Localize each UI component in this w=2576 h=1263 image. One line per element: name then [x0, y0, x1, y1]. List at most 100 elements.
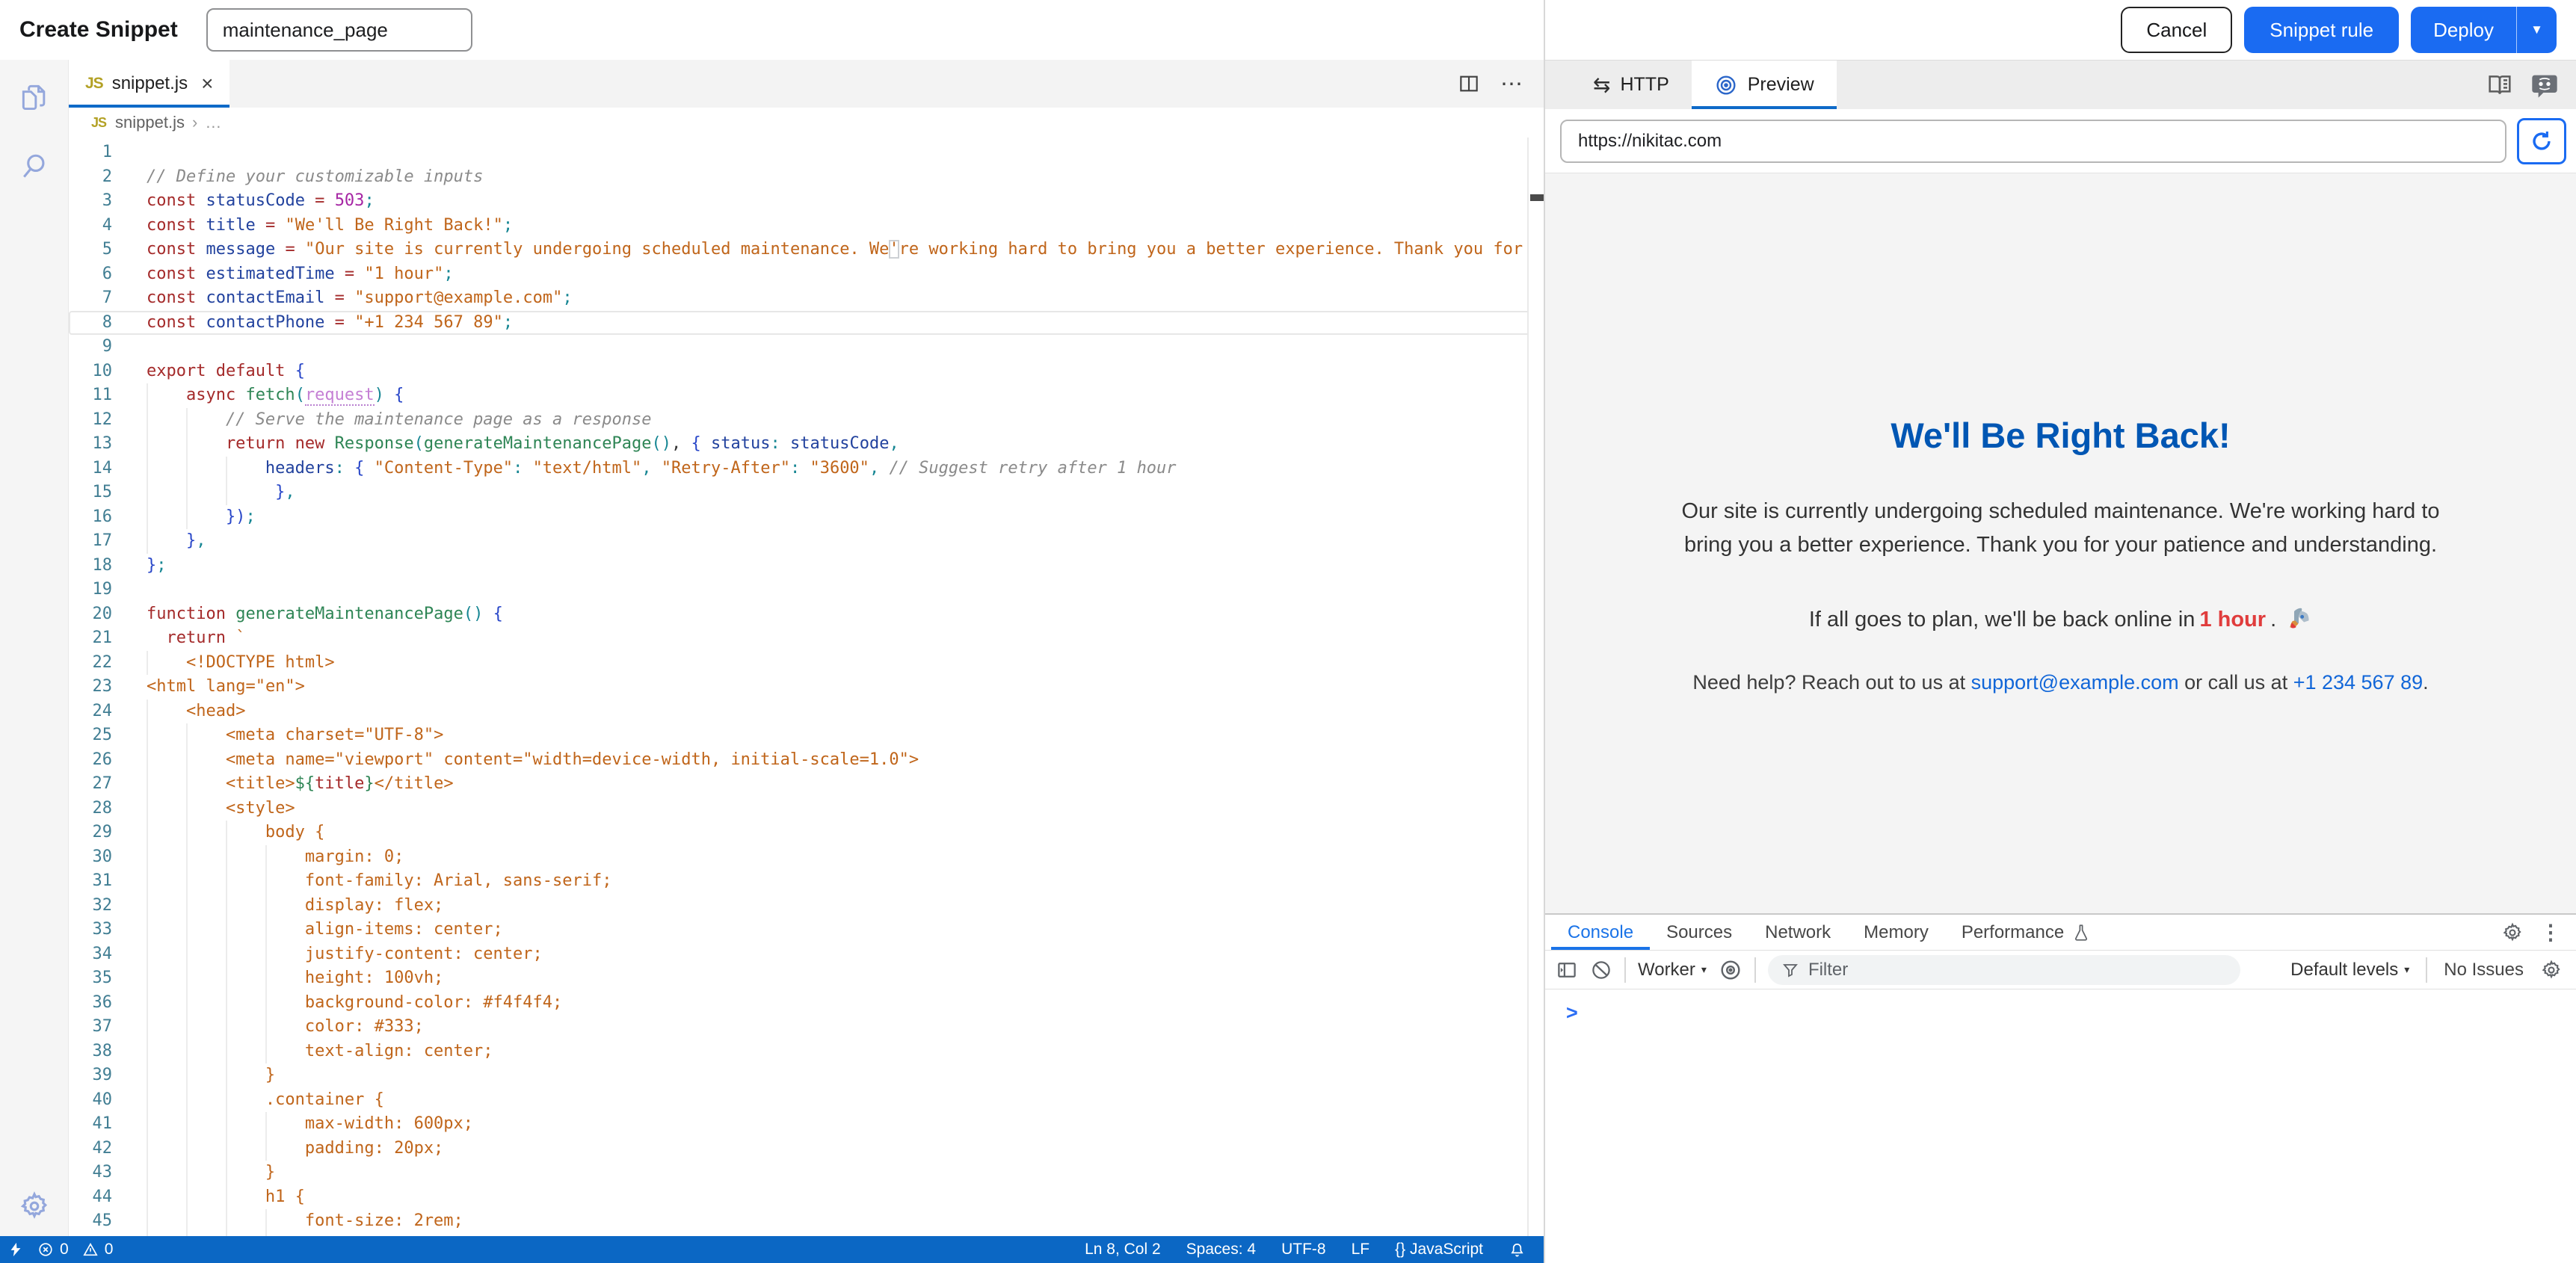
support-email-link[interactable]: support@example.com — [1971, 671, 2179, 694]
code-line[interactable]: 46color: #0056b3 — [69, 1234, 1544, 1237]
status-bar-item[interactable]: UTF-8 — [1281, 1241, 1326, 1259]
code-line[interactable]: 20function generateMaintenancePage() { — [69, 602, 1544, 627]
tab-snippet-js[interactable]: JS snippet.js × — [69, 60, 229, 108]
split-editor-icon[interactable] — [1457, 72, 1481, 96]
code-line[interactable]: 33align-items: center; — [69, 918, 1544, 942]
code-line[interactable]: 41max-width: 600px; — [69, 1112, 1544, 1137]
console-filter-input[interactable]: Filter — [1768, 955, 2240, 985]
code-line[interactable]: 35height: 100vh; — [69, 966, 1544, 991]
breadcrumb-file[interactable]: snippet.js — [115, 113, 185, 132]
code-line[interactable]: 6const estimatedTime = "1 hour"; — [69, 262, 1544, 287]
scrollbar-thumb[interactable] — [1530, 194, 1544, 201]
status-bar-item[interactable]: Ln 8, Col 2 — [1085, 1241, 1161, 1259]
code-line[interactable]: 7const contactEmail = "support@example.c… — [69, 286, 1544, 311]
deploy-button[interactable]: Deploy ▼ — [2411, 7, 2557, 53]
code-line[interactable]: 12// Serve the maintenance page as a res… — [69, 408, 1544, 433]
console-prompt-chevron: > — [1566, 1001, 1578, 1024]
discord-chat-icon[interactable] — [2530, 70, 2560, 100]
code-line[interactable]: 40.container { — [69, 1088, 1544, 1113]
refresh-button[interactable] — [2517, 118, 2566, 164]
devtools-tab-memory[interactable]: Memory — [1847, 915, 1945, 950]
log-levels-selector[interactable]: Default levels ▾ — [2290, 960, 2409, 981]
code-line[interactable]: 14headers: { "Content-Type": "text/html"… — [69, 457, 1544, 481]
code-line[interactable]: 23<html lang="en"> — [69, 675, 1544, 700]
more-actions-icon[interactable]: ⋯ — [1500, 71, 1524, 97]
code-line[interactable]: 29body { — [69, 821, 1544, 845]
issues-counter[interactable]: No Issues — [2444, 960, 2524, 981]
devtools-tab-network[interactable]: Network — [1748, 915, 1847, 950]
code-line[interactable]: 13return new Response(generateMaintenanc… — [69, 432, 1544, 457]
code-line[interactable]: 3const statusCode = 503; — [69, 189, 1544, 214]
code-line[interactable]: 39} — [69, 1063, 1544, 1088]
code-line[interactable]: 2// Define your customizable inputs — [69, 165, 1544, 190]
code-line[interactable]: 42padding: 20px; — [69, 1137, 1544, 1161]
clear-console-icon[interactable] — [1590, 959, 1612, 981]
tab-preview[interactable]: Preview — [1692, 61, 1837, 109]
tab-http[interactable]: ⇆ HTTP — [1571, 61, 1692, 109]
devtools-tab-sources[interactable]: Sources — [1650, 915, 1748, 950]
phone-link[interactable]: +1 234 567 89 — [2293, 671, 2423, 694]
code-line[interactable]: 4const title = "We'll Be Right Back!"; — [69, 214, 1544, 238]
editor-scrollbar[interactable] — [1527, 138, 1544, 1236]
code-line[interactable]: 28<style> — [69, 797, 1544, 821]
status-bar-item[interactable]: Spaces: 4 — [1186, 1241, 1256, 1259]
code-line[interactable]: 11async fetch(request) { — [69, 383, 1544, 408]
deploy-dropdown-caret[interactable]: ▼ — [2516, 7, 2557, 53]
code-line[interactable]: 10export default { — [69, 359, 1544, 384]
warnings-indicator[interactable]: 0 — [82, 1241, 114, 1259]
deploy-label[interactable]: Deploy — [2411, 7, 2516, 53]
console-settings-gear-icon[interactable] — [2540, 959, 2563, 981]
code-line[interactable]: 19 — [69, 578, 1544, 602]
code-line[interactable]: 27<title>${title}</title> — [69, 772, 1544, 797]
code-line[interactable]: 8const contactPhone = "+1 234 567 89"; — [69, 311, 1544, 336]
indent-guide — [186, 1137, 226, 1161]
breadcrumb-more[interactable]: … — [205, 113, 221, 132]
code-line[interactable]: 34justify-content: center; — [69, 942, 1544, 967]
code-line[interactable]: 24<head> — [69, 700, 1544, 724]
devtools-settings-gear-icon[interactable] — [2501, 921, 2524, 944]
settings-gear-icon[interactable] — [18, 1190, 51, 1223]
search-icon[interactable] — [18, 149, 51, 182]
cancel-button[interactable]: Cancel — [2121, 7, 2232, 53]
code-line[interactable]: 1 — [69, 140, 1544, 165]
status-bar-item[interactable]: {} JavaScript — [1395, 1241, 1483, 1259]
devtools-tab-performance[interactable]: Performance — [1945, 915, 2107, 950]
code-line[interactable]: 30margin: 0; — [69, 845, 1544, 870]
status-bar-item[interactable]: LF — [1352, 1241, 1370, 1259]
remote-indicator-icon[interactable] — [7, 1241, 24, 1258]
code-line[interactable]: 17}, — [69, 529, 1544, 554]
code-line[interactable]: 16}); — [69, 505, 1544, 530]
errors-indicator[interactable]: 0 — [37, 1241, 69, 1259]
docs-book-icon[interactable] — [2485, 70, 2515, 100]
kebab-menu-icon[interactable]: ⋮ — [2540, 920, 2561, 945]
console-sidebar-toggle-icon[interactable] — [1556, 959, 1578, 981]
snippet-rule-button[interactable]: Snippet rule — [2244, 7, 2399, 53]
code-line[interactable]: 45font-size: 2rem; — [69, 1209, 1544, 1234]
code-line[interactable]: 25<meta charset="UTF-8"> — [69, 723, 1544, 748]
close-icon[interactable]: × — [201, 73, 213, 94]
code-line[interactable]: 5const message = "Our site is currently … — [69, 238, 1544, 262]
code-line[interactable]: 38text-align: center; — [69, 1040, 1544, 1064]
code-line[interactable]: 31font-family: Arial, sans-serif; — [69, 869, 1544, 894]
code-line[interactable]: 26<meta name="viewport" content="width=d… — [69, 748, 1544, 773]
code-line[interactable]: 36background-color: #f4f4f4; — [69, 991, 1544, 1016]
context-selector[interactable]: Worker ▾ — [1638, 960, 1707, 981]
url-input[interactable] — [1560, 120, 2506, 163]
files-icon[interactable] — [18, 81, 51, 114]
code-line[interactable]: 44h1 { — [69, 1185, 1544, 1210]
live-expression-eye-icon[interactable] — [1719, 958, 1743, 982]
snippet-name-input[interactable] — [206, 8, 472, 52]
code-line[interactable]: 15 }, — [69, 481, 1544, 505]
code-line[interactable]: 21 return ` — [69, 626, 1544, 651]
code-line[interactable]: 18}; — [69, 554, 1544, 578]
code-line[interactable]: 9 — [69, 335, 1544, 359]
devtools-tab-console[interactable]: Console — [1551, 915, 1650, 950]
code-line[interactable]: 37color: #333; — [69, 1015, 1544, 1040]
code-line[interactable]: 43} — [69, 1161, 1544, 1185]
code-area[interactable]: 12// Define your customizable inputs3con… — [69, 138, 1544, 1236]
code-line[interactable]: 22<!DOCTYPE html> — [69, 651, 1544, 676]
code-line[interactable]: 32display: flex; — [69, 894, 1544, 918]
console-prompt[interactable]: > — [1545, 989, 2576, 1025]
notifications-bell-icon[interactable] — [1509, 1241, 1526, 1259]
indent-guide — [186, 772, 226, 797]
